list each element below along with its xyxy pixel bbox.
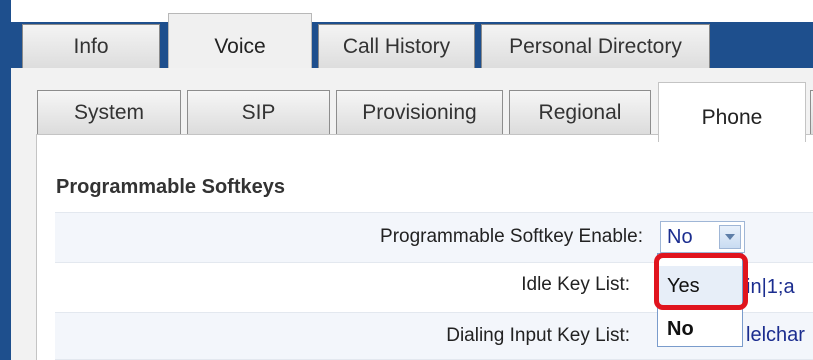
idle-key-list-input[interactable]: in|1;a xyxy=(746,276,813,299)
tab-personal-directory[interactable]: Personal Directory xyxy=(481,24,710,68)
softkey-enable-select[interactable]: No xyxy=(660,221,745,253)
subtab-regional[interactable]: Regional xyxy=(509,90,651,134)
dialing-input-key-list-input[interactable]: lelchar xyxy=(746,324,813,347)
softkey-enable-value: No xyxy=(667,225,693,248)
tab-call-history[interactable]: Call History xyxy=(318,24,475,68)
subtab-system[interactable]: System xyxy=(37,90,181,134)
subtab-phone[interactable]: Phone xyxy=(658,82,806,142)
chevron-down-icon[interactable] xyxy=(719,225,741,249)
dropdown-option-no[interactable]: No xyxy=(658,314,742,344)
tab-info[interactable]: Info xyxy=(22,24,160,68)
subtab-provisioning[interactable]: Provisioning xyxy=(336,90,503,134)
tab-voice[interactable]: Voice xyxy=(168,13,312,69)
idle-key-list-label: Idle Key List: xyxy=(521,274,630,295)
dropdown-option-yes[interactable]: Yes xyxy=(658,266,742,306)
softkey-enable-label: Programmable Softkey Enable: xyxy=(380,226,643,247)
subtab-sip[interactable]: SIP xyxy=(187,90,330,134)
screen: Info Voice Call History Personal Directo… xyxy=(0,0,813,360)
section-title: Programmable Softkeys xyxy=(56,176,285,198)
dialing-input-key-list-label: Dialing Input Key List: xyxy=(446,325,630,346)
left-rail xyxy=(0,0,11,360)
top-strip xyxy=(0,0,813,22)
softkey-enable-dropdown: Yes No xyxy=(657,253,743,347)
